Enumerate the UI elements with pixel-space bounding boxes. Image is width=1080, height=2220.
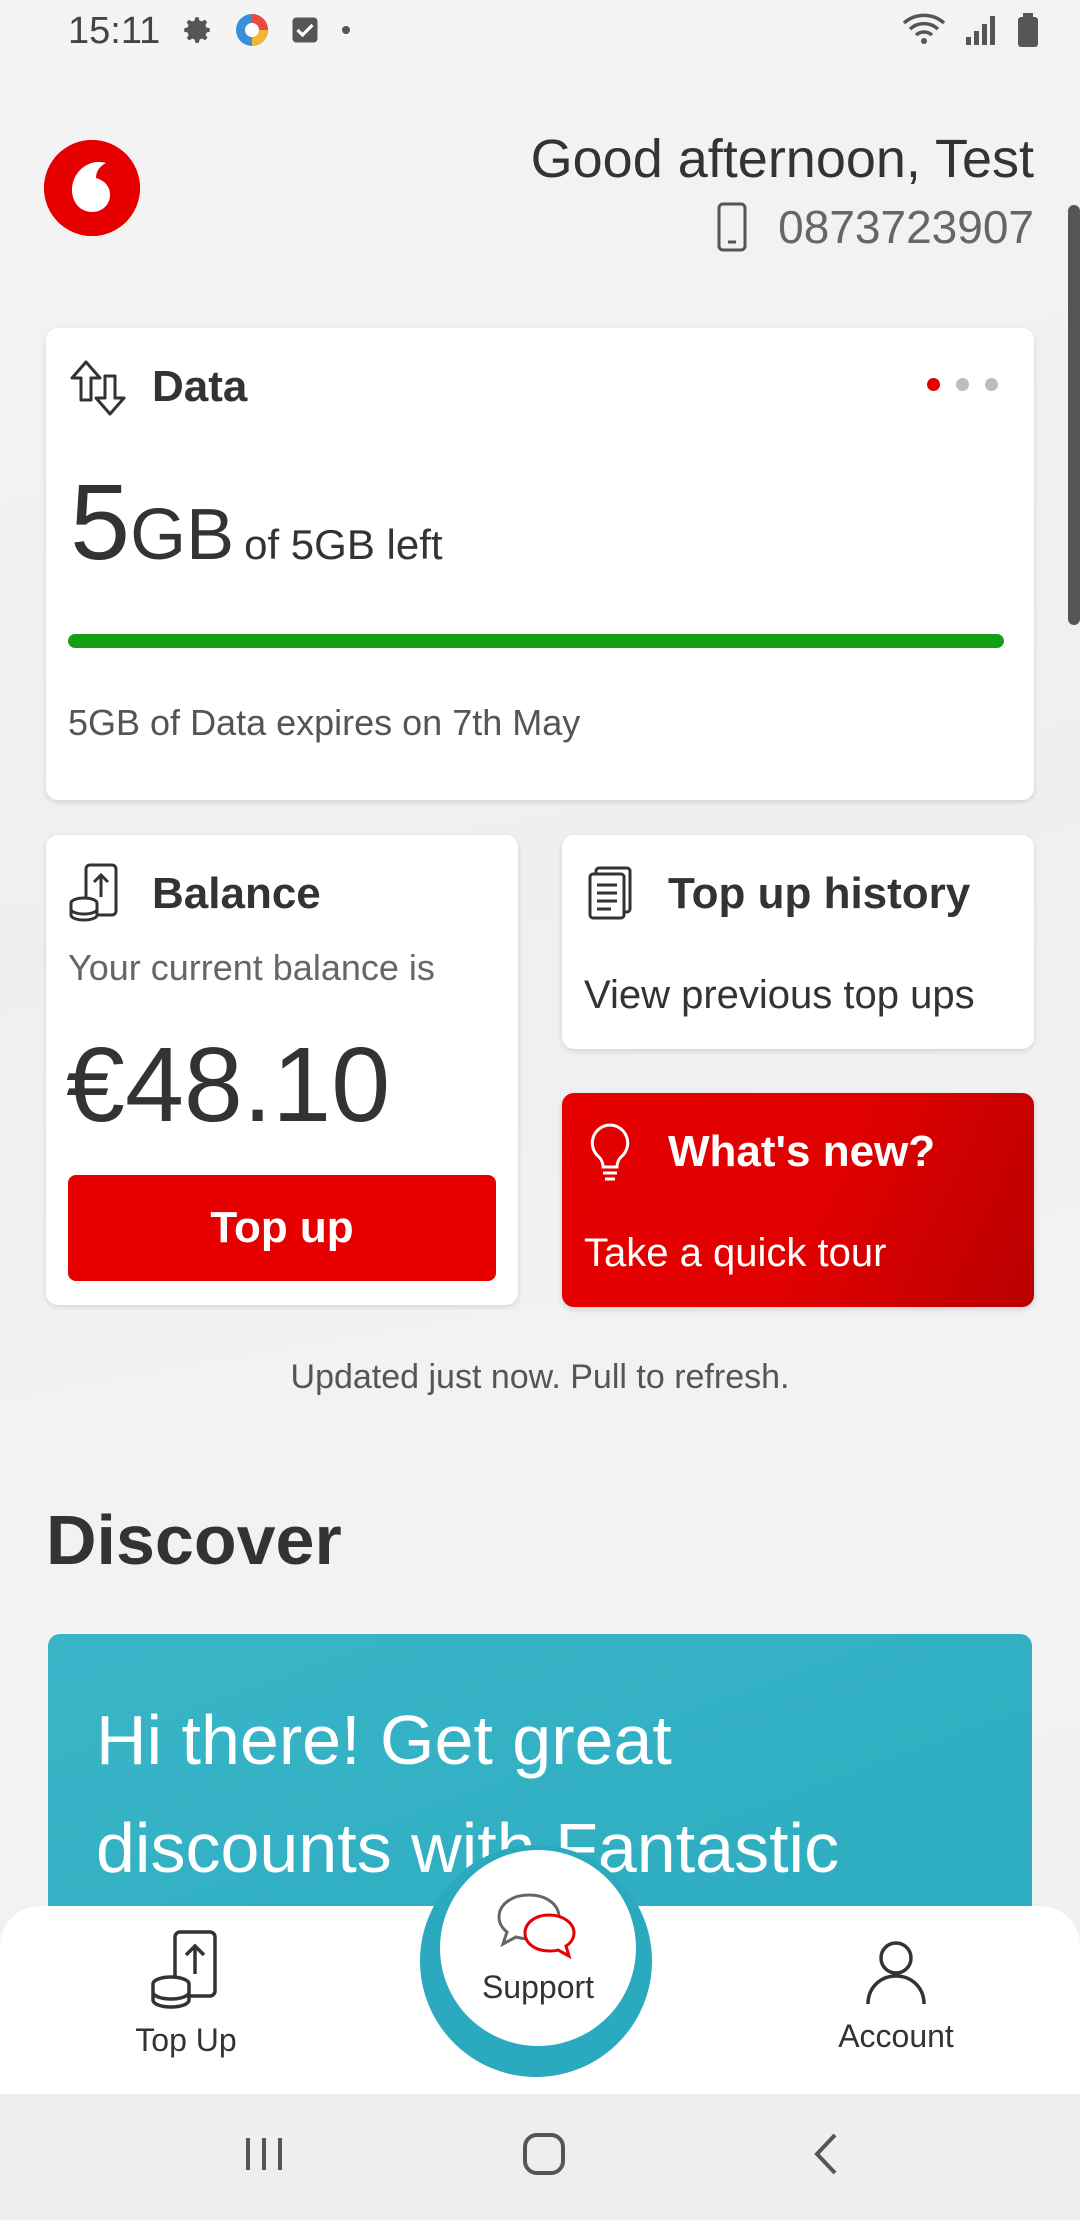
balance-amount: €48.10 — [66, 1026, 391, 1144]
greeting: Good afternoon, Test — [530, 129, 1034, 189]
top-up-history-title: Top up history — [668, 869, 971, 918]
lightbulb-icon — [590, 1123, 630, 1181]
system-nav-bar — [0, 2094, 1080, 2220]
status-icons-left — [180, 12, 352, 48]
recents-button[interactable] — [224, 2124, 304, 2184]
data-expiry-text: 5GB of Data expires on 7th May — [68, 702, 581, 743]
nav-support-button[interactable]: Support — [440, 1850, 636, 2046]
data-card[interactable]: Data 5GB of 5GB left 5GB of Data expires … — [46, 328, 1034, 800]
dot-icon — [342, 26, 350, 34]
nav-top-up-button[interactable]: Top Up — [130, 1928, 242, 2059]
chat-bubbles-icon — [497, 1892, 576, 1959]
phone-topup-icon — [69, 863, 118, 922]
nav-account-button[interactable]: Account — [836, 1938, 956, 2055]
balance-title: Balance — [152, 869, 321, 918]
vodafone-logo — [44, 140, 140, 236]
nav-support-label: Support — [481, 1968, 595, 2005]
status-time: 15:11 — [68, 10, 161, 52]
home-icon — [523, 2133, 565, 2175]
checkbox-icon — [292, 17, 318, 43]
data-transfer-icon — [70, 360, 126, 416]
phone-topup-icon — [151, 1930, 217, 2009]
carousel-pager[interactable] — [927, 378, 998, 391]
data-progress-bar — [68, 634, 1004, 648]
pager-dot-1[interactable] — [927, 378, 940, 391]
phone-number: 0873723907 — [778, 201, 1034, 253]
battery-icon — [1018, 13, 1038, 47]
top-up-history-subtitle: View previous top ups — [584, 973, 975, 1017]
signal-icon — [966, 16, 995, 45]
app-icon — [236, 14, 268, 46]
balance-card: Balance Your current balance is €48.10 T… — [46, 835, 518, 1305]
whats-new-title: What's new? — [668, 1127, 936, 1176]
data-remaining-value: 5 — [70, 461, 131, 582]
top-up-history-card[interactable]: Top up history View previous top ups — [562, 835, 1034, 1049]
person-icon — [866, 1941, 926, 2005]
data-remaining-unit: GB — [130, 495, 235, 575]
discover-heading: Discover — [46, 1501, 342, 1579]
whats-new-subtitle: Take a quick tour — [584, 1231, 887, 1275]
pager-dot-2[interactable] — [956, 378, 969, 391]
whats-new-card[interactable]: What's new? Take a quick tour — [562, 1093, 1034, 1307]
pager-dot-3[interactable] — [985, 378, 998, 391]
gear-icon — [184, 17, 210, 43]
nav-account-label: Account — [838, 2018, 954, 2054]
home-button[interactable] — [504, 2124, 584, 2184]
recents-icon — [246, 2138, 282, 2170]
back-button[interactable] — [786, 2124, 866, 2184]
status-icons-right — [902, 12, 1040, 48]
balance-subtitle: Your current balance is — [68, 947, 435, 988]
data-progress-fill — [68, 634, 1004, 648]
nav-top-up-label: Top Up — [135, 2022, 237, 2058]
phone-number-row: 0873723907 — [716, 200, 1034, 254]
refresh-status-text: Updated just now. Pull to refresh. — [290, 1358, 790, 1396]
wifi-icon — [902, 13, 946, 44]
data-of-total: of 5GB left — [244, 521, 443, 568]
back-icon — [814, 2133, 837, 2175]
data-card-title: Data — [152, 362, 248, 411]
scrollbar[interactable] — [1068, 205, 1080, 625]
top-up-button[interactable]: Top up — [68, 1175, 496, 1281]
mobile-phone-icon — [717, 202, 747, 252]
data-remaining: 5GB of 5GB left — [70, 468, 443, 576]
document-list-icon — [588, 866, 632, 920]
